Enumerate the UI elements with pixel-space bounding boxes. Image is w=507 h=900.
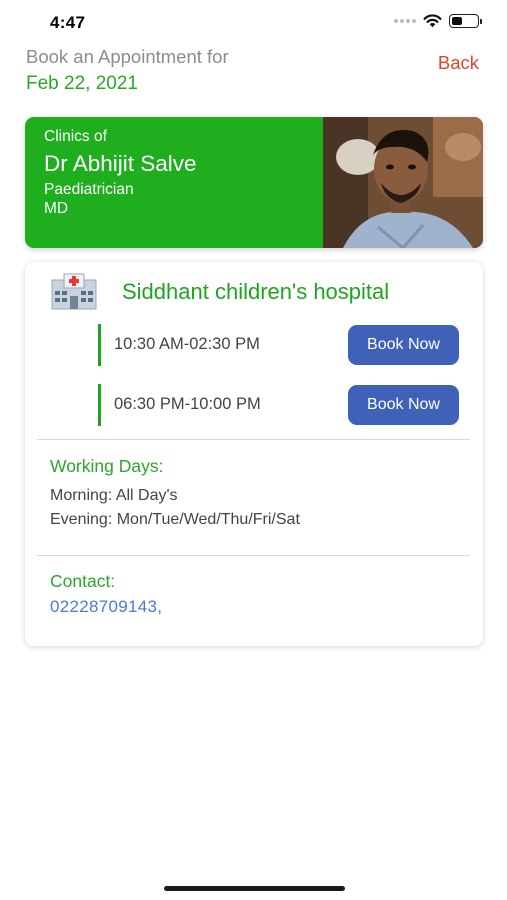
- morning-hours: Morning: All Day's: [50, 487, 178, 504]
- doctor-info: Clinics of Dr Abhijit Salve Paediatricia…: [44, 128, 197, 218]
- back-button[interactable]: Back: [438, 52, 479, 74]
- clinics-of-label: Clinics of: [44, 128, 107, 145]
- divider: [37, 439, 470, 440]
- signal-icon: [394, 19, 416, 23]
- working-days-label: Working Days:: [50, 456, 164, 476]
- time-slot: 06:30 PM-10:00 PM Book Now: [98, 384, 459, 426]
- status-time: 4:47: [50, 13, 86, 32]
- home-indicator[interactable]: [164, 886, 345, 891]
- appointment-date: Feb 22, 2021: [26, 73, 138, 94]
- book-now-button[interactable]: Book Now: [348, 385, 459, 425]
- clinic-card: Siddhant children's hospital 10:30 AM-02…: [25, 262, 483, 646]
- book-now-button[interactable]: Book Now: [348, 325, 459, 365]
- divider: [37, 555, 470, 556]
- status-icons: [394, 14, 482, 28]
- phone-link[interactable]: 02228709143,: [50, 597, 162, 617]
- contact-label: Contact:: [50, 571, 116, 591]
- doctor-name: Dr Abhijit Salve: [44, 151, 197, 176]
- doctor-card: Clinics of Dr Abhijit Salve Paediatricia…: [25, 117, 483, 248]
- wifi-icon: [423, 14, 442, 28]
- clinic-name: Siddhant children's hospital: [122, 279, 390, 304]
- doctor-degree: MD: [44, 200, 69, 217]
- doctor-photo: [323, 117, 483, 248]
- status-bar: 4:47: [0, 0, 507, 44]
- slot-indicator: [98, 384, 101, 426]
- hospital-icon: [49, 272, 99, 310]
- evening-hours: Evening: Mon/Tue/Wed/Thu/Fri/Sat: [50, 511, 300, 528]
- slot-time: 06:30 PM-10:00 PM: [114, 395, 261, 413]
- slot-time: 10:30 AM-02:30 PM: [114, 335, 260, 353]
- page-title: Book an Appointment for: [26, 46, 229, 67]
- doctor-specialty: Paediatrician: [44, 181, 134, 198]
- slot-indicator: [98, 324, 101, 366]
- time-slot: 10:30 AM-02:30 PM Book Now: [98, 324, 459, 366]
- battery-icon: [449, 14, 482, 28]
